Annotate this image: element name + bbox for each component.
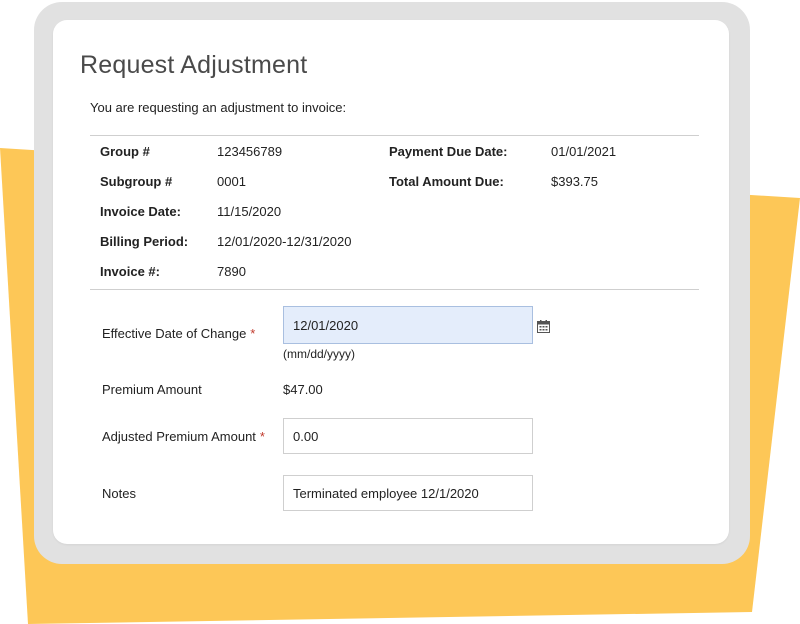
effective-date-input[interactable] (283, 306, 533, 344)
billing-period-value: 12/01/2020-12/31/2020 (217, 234, 352, 249)
invoice-date-label: Invoice Date: (100, 204, 181, 219)
notes-input[interactable] (283, 475, 533, 511)
premium-amount-value: $47.00 (283, 382, 323, 397)
page-title: Request Adjustment (80, 51, 308, 79)
intro-text: You are requesting an adjustment to invo… (90, 100, 347, 115)
calendar-icon[interactable] (537, 320, 550, 333)
invoice-number-label: Invoice #: (100, 264, 160, 279)
required-marker: * (250, 326, 256, 341)
divider-bottom (90, 289, 699, 290)
request-adjustment-dialog: Request Adjustment You are requesting an… (53, 20, 729, 544)
adjusted-premium-label: Adjusted Premium Amount * (102, 429, 265, 444)
date-format-hint: (mm/dd/yyyy) (283, 347, 355, 361)
required-marker: * (259, 429, 265, 444)
subgroup-value: 0001 (217, 174, 246, 189)
divider-top (90, 135, 699, 136)
payment-due-label: Payment Due Date: (389, 144, 508, 159)
notes-label: Notes (102, 486, 136, 501)
invoice-number-value: 7890 (217, 264, 246, 279)
group-label: Group # (100, 144, 150, 159)
subgroup-label: Subgroup # (100, 174, 173, 189)
billing-period-label: Billing Period: (100, 234, 189, 249)
invoice-date-value: 11/15/2020 (217, 204, 282, 219)
effective-date-label: Effective Date of Change * (102, 326, 256, 341)
total-due-label: Total Amount Due: (389, 174, 504, 189)
adjusted-premium-input[interactable] (283, 418, 533, 454)
payment-due-value: 01/01/2021 (551, 144, 617, 159)
total-due-value: $393.75 (551, 174, 598, 189)
premium-amount-label: Premium Amount (102, 382, 202, 397)
group-value: 123456789 (217, 144, 283, 159)
